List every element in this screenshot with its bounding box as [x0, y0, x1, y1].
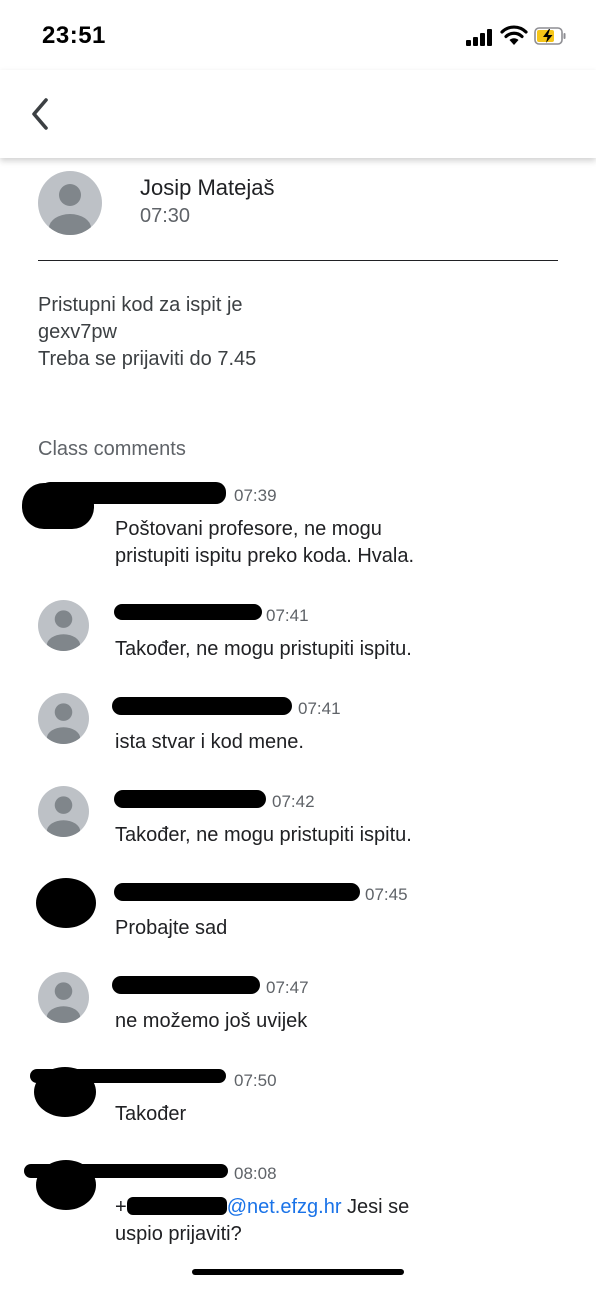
comment-line: Također, ne mogu pristupiti ispitu.: [115, 638, 412, 660]
comment-time: 07:41: [298, 699, 341, 718]
redacted-author: [112, 697, 292, 715]
comment-time: 07:47: [266, 978, 309, 997]
post-detail: Josip Matejaš 07:30 Pristupni kod za isp…: [0, 158, 596, 1290]
comment: 07:47 ne možemo još uvijek: [0, 970, 596, 1040]
comment: 07:45 Probajte sad: [0, 877, 596, 947]
post-body: Pristupni kod za ispit je gexv7pw Treba …: [38, 292, 256, 373]
comment: 07:50 Također: [0, 1063, 596, 1133]
post-body-line: Treba se prijaviti do 7.45: [38, 348, 257, 370]
signal-icon: [466, 28, 496, 46]
redacted-author: [112, 976, 260, 994]
comment-time: 07:42: [272, 792, 315, 811]
comment: 07:41 ista stvar i kod mene.: [0, 691, 596, 761]
comment-time: 07:41: [266, 606, 309, 625]
person-icon: [46, 796, 81, 837]
comment-text: Također, ne mogu pristupiti ispitu.: [115, 822, 412, 849]
comment-line: + @net.efzg.hr Jesi se: [115, 1194, 409, 1221]
comment-time: 07:50: [234, 1071, 277, 1090]
comment-line: Probajte sad: [115, 917, 228, 939]
comment-text: + @net.efzg.hr Jesi se uspio prijaviti?: [115, 1194, 409, 1248]
home-indicator[interactable]: [192, 1269, 404, 1275]
redacted-mention: [126, 1197, 227, 1215]
status-time: 23:51: [42, 22, 106, 49]
comment-time: 07:45: [365, 885, 408, 904]
person-icon: [49, 184, 91, 235]
wifi-icon: [500, 25, 528, 45]
status-bar: 23:51: [0, 0, 596, 70]
redacted-author: [114, 604, 262, 620]
post-author: Josip Matejaš: [140, 175, 275, 200]
comment-text: Također, ne mogu pristupiti ispitu.: [115, 636, 412, 663]
comment: 08:08 + @net.efzg.hr Jesi se uspio prijav…: [0, 1156, 596, 1256]
comment-line: uspio prijaviti?: [115, 1223, 242, 1245]
chevron-left-icon: [32, 98, 48, 130]
post-body-line: Pristupni kod za ispit je: [38, 294, 243, 316]
comment-line: pristupiti ispitu preko koda. Hvala.: [115, 545, 415, 567]
redacted-avatar: [36, 878, 96, 928]
comment-time: 08:08: [234, 1164, 277, 1183]
app-bar: [0, 70, 596, 158]
person-icon: [46, 610, 81, 651]
comment-line: Također, ne mogu pristupiti ispitu.: [115, 824, 412, 846]
comment-line: Poštovani profesore, ne mogu: [115, 518, 382, 540]
comment-text-rest: Jesi se: [341, 1196, 410, 1218]
mention-link[interactable]: @net.efzg.hr: [227, 1196, 342, 1218]
redacted-author: [114, 883, 360, 901]
comment-text: ista stvar i kod mene.: [115, 729, 304, 756]
battery-charging-icon: [534, 27, 566, 45]
post-time: 07:30: [140, 205, 191, 227]
comment: 07:39 Poštovani profesore, ne mogu prist…: [0, 478, 596, 568]
class-comments-title: Class comments: [38, 438, 186, 460]
comment-line: ista stvar i kod mene.: [115, 731, 304, 753]
comment-time: 07:39: [234, 486, 277, 505]
author-avatar: [38, 171, 102, 235]
divider: [38, 260, 558, 261]
comment-text: Poštovani profesore, ne mogu pristupiti …: [115, 516, 414, 570]
comment-line: ne možemo još uvijek: [115, 1010, 308, 1032]
comment: 07:42 Također, ne mogu pristupiti ispitu…: [0, 784, 596, 854]
comment-text: Probajte sad: [115, 915, 227, 942]
redacted-author: [40, 482, 226, 504]
post-body-line: gexv7pw: [38, 321, 117, 343]
redacted-author: [24, 1164, 228, 1178]
redacted-author: [114, 790, 266, 808]
mention-prefix: +: [115, 1196, 127, 1218]
back-button[interactable]: [26, 92, 66, 136]
comment: 07:41 Također, ne mogu pristupiti ispitu…: [0, 598, 596, 668]
commenter-avatar: [38, 600, 89, 651]
commenter-avatar: [38, 972, 89, 1023]
person-icon: [46, 982, 81, 1023]
commenter-avatar: [38, 786, 89, 837]
comment-line: Također: [115, 1103, 187, 1125]
redacted-author: [30, 1069, 226, 1083]
comment-text: ne možemo još uvijek: [115, 1008, 307, 1035]
person-icon: [46, 703, 81, 744]
commenter-avatar: [38, 693, 89, 744]
comment-text: Također: [115, 1101, 186, 1128]
